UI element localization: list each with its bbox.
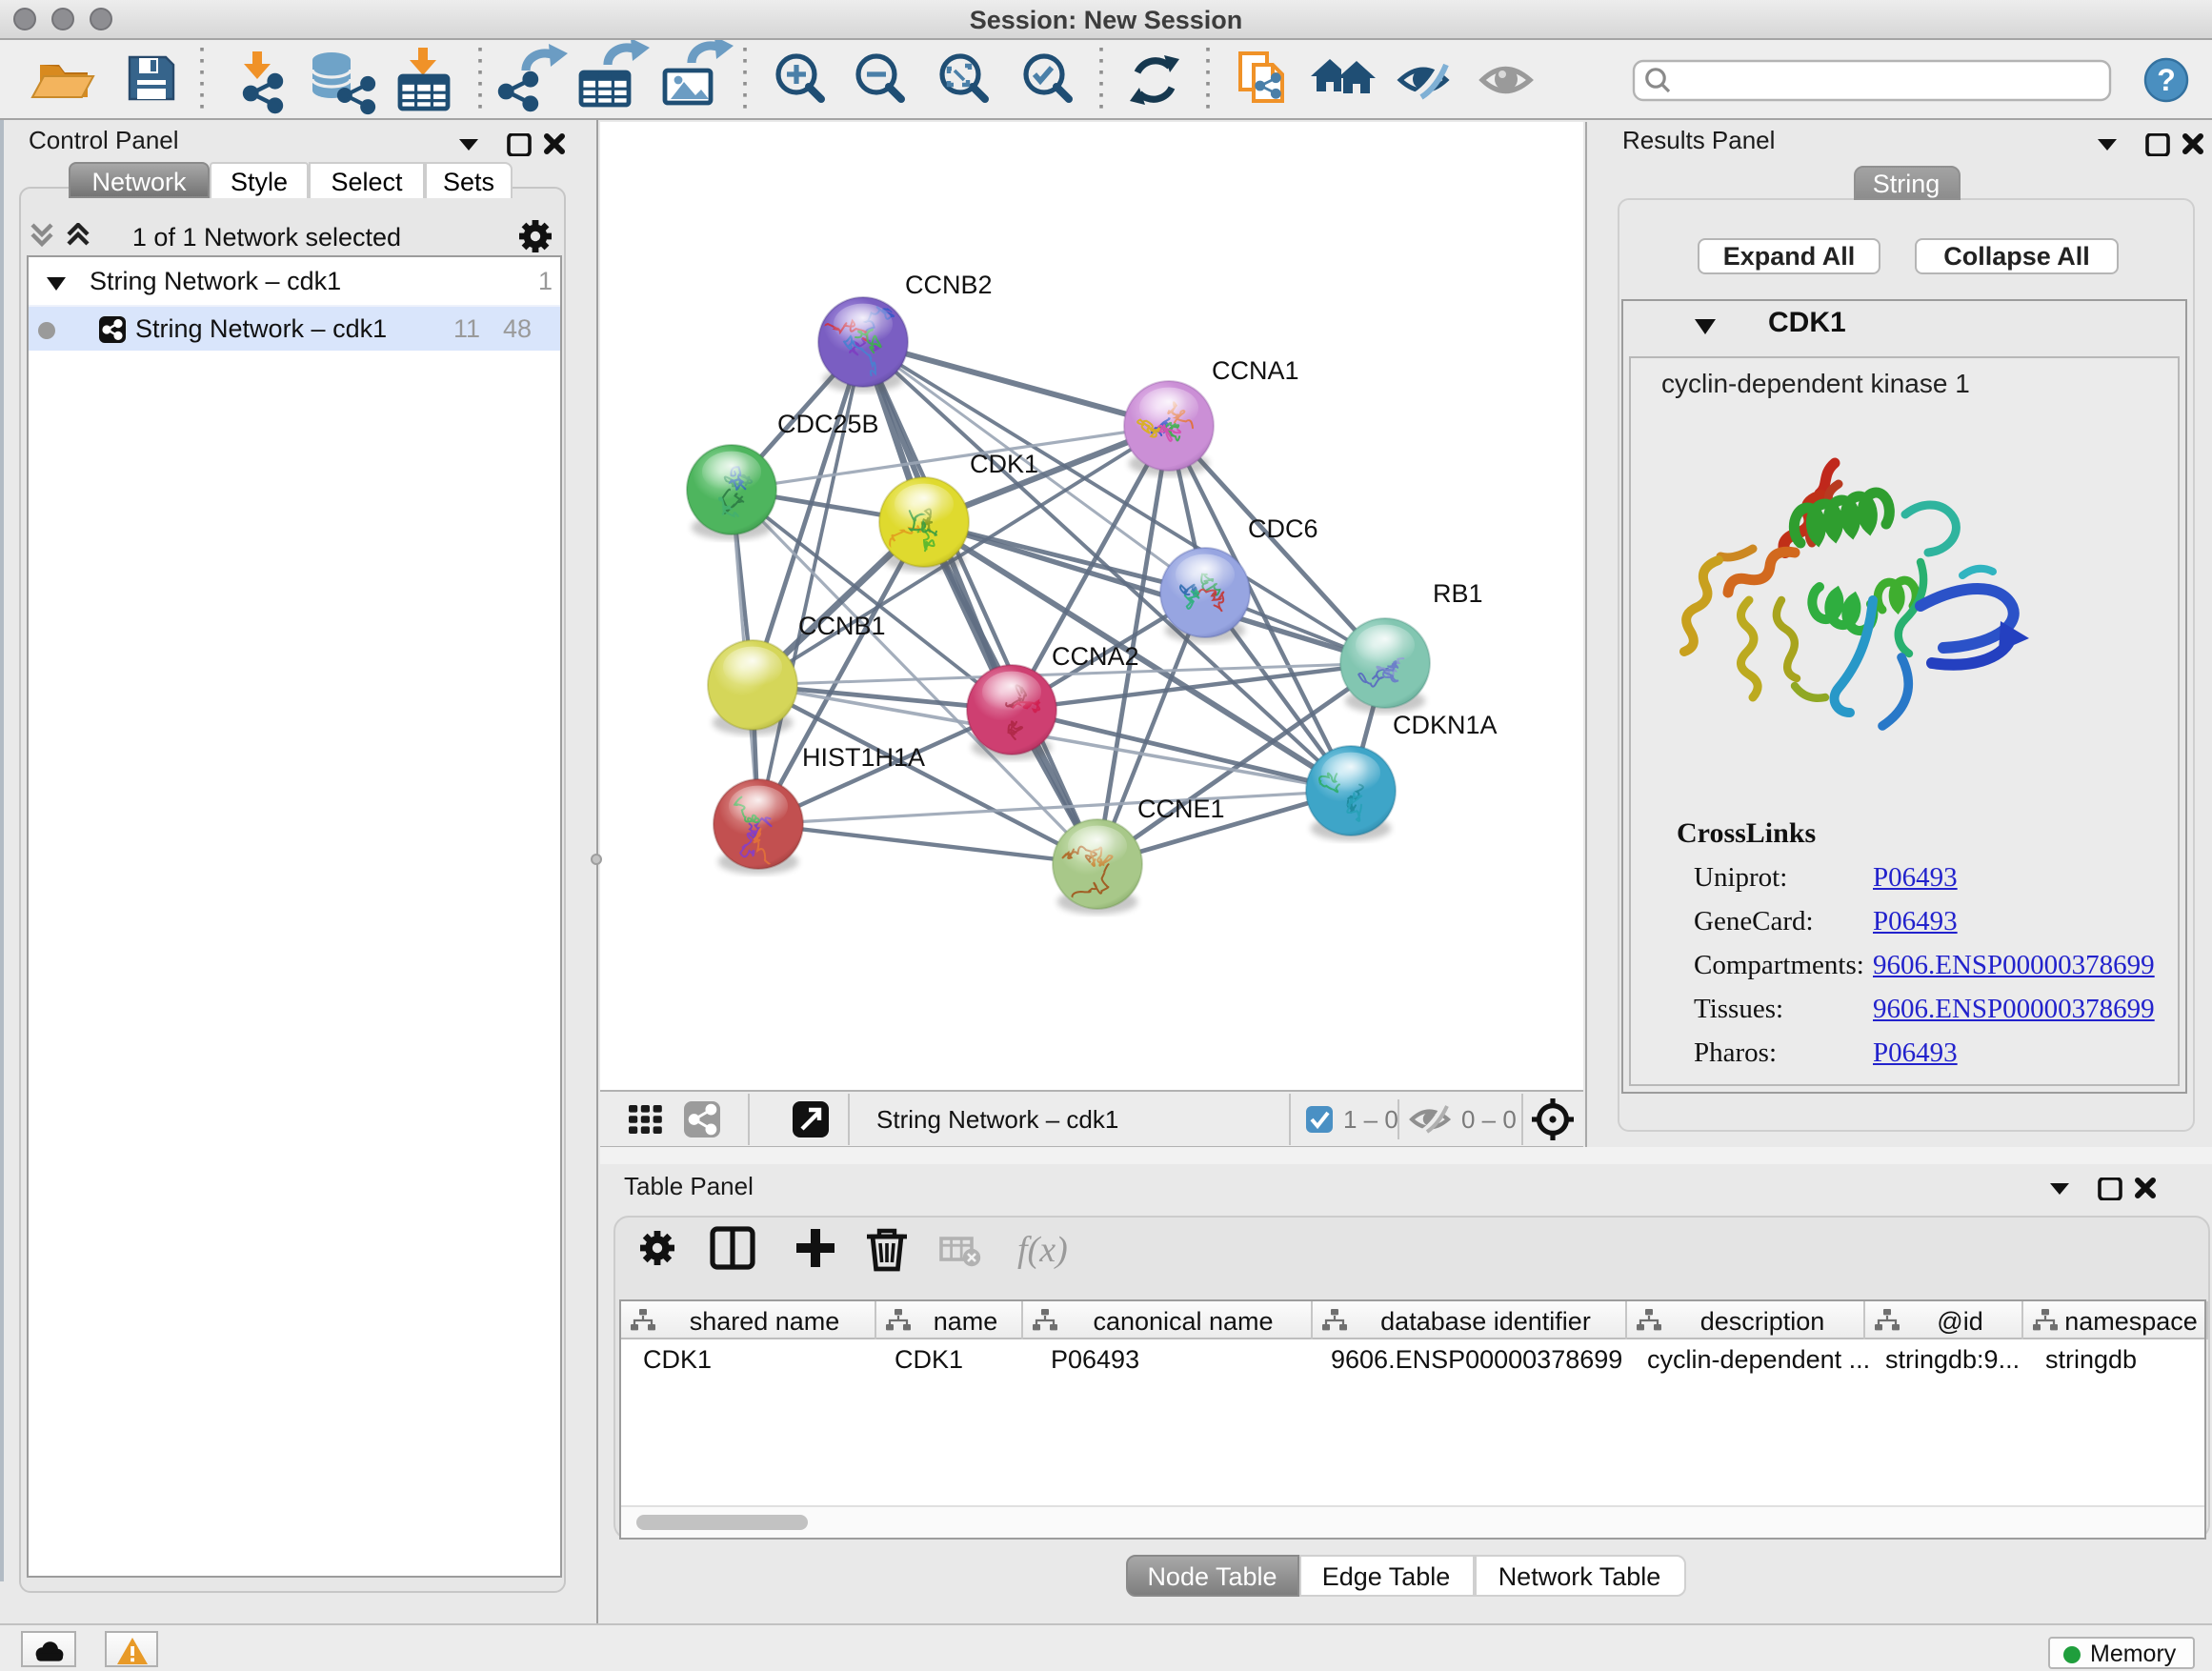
svg-text:CCNE1: CCNE1 [1136, 795, 1224, 823]
svg-text:RB1: RB1 [1432, 579, 1482, 608]
svg-text:String Network – cdk1: String Network – cdk1 [875, 1104, 1117, 1133]
svg-text:1 – 0: 1 – 0 [1342, 1104, 1398, 1133]
svg-text:f(x): f(x) [1016, 1230, 1067, 1270]
svg-text:HIST1H1A: HIST1H1A [801, 743, 924, 772]
svg-text:0 – 0: 0 – 0 [1460, 1104, 1516, 1133]
svg-text:CCNA2: CCNA2 [1051, 642, 1138, 671]
svg-text:CDC6: CDC6 [1247, 514, 1317, 543]
svg-text:?: ? [2157, 63, 2176, 97]
svg-text:CCNB1: CCNB1 [797, 612, 885, 640]
svg-text:CDC25B: CDC25B [776, 410, 878, 438]
svg-text:CDKN1A: CDKN1A [1392, 711, 1497, 739]
svg-text:CDK1: CDK1 [969, 450, 1037, 478]
svg-text:CCNB2: CCNB2 [904, 271, 992, 299]
svg-text:CCNA1: CCNA1 [1211, 356, 1298, 385]
